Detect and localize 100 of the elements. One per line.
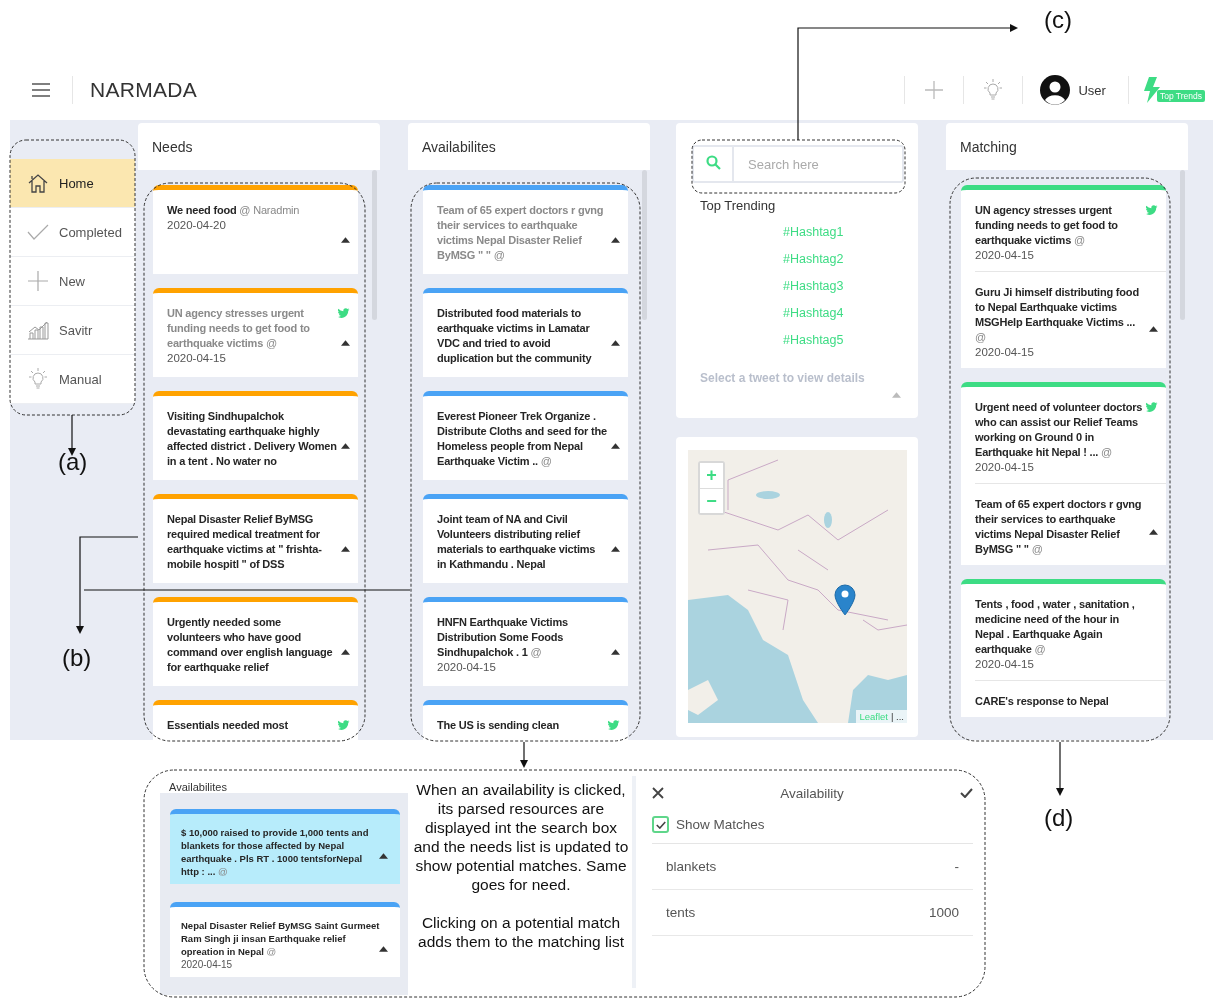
avatar-icon[interactable] bbox=[1040, 75, 1071, 105]
tweet-text: We need food @ Naradmin bbox=[167, 203, 301, 218]
tweet-text: Urgently needed some volunteers who have good command over english language for earthquake relief bbox=[167, 615, 334, 675]
scrollbar-thumb[interactable] bbox=[372, 170, 377, 320]
need-card[interactable]: Essentials needed most bbox=[153, 700, 358, 740]
resource-name: tents bbox=[666, 905, 696, 920]
tweet-date: 2020-04-15 bbox=[437, 660, 497, 675]
tweet-text: CARE's response to Nepal bbox=[975, 694, 1110, 709]
tweet-text: Everest Pioneer Trek Organize . Distribute Cloths and seed for the Homeless people from Nepal Earthquake Victim .. @ bbox=[437, 409, 607, 469]
column-header: Availabilites bbox=[408, 123, 650, 170]
checkbox-label[interactable]: Show Matches bbox=[676, 817, 765, 832]
match-card[interactable]: UN agency stresses urgent funding needs to get food to earthquake victims @ 2020-04-15 Guru Ji himself distributing food to Nepal Earthquake victims MSGHelp Earthquake Victims ... @ 2020-04-15 bbox=[961, 185, 1166, 368]
callout-label: (a) bbox=[58, 448, 88, 476]
expand-caret-icon[interactable] bbox=[611, 237, 620, 244]
resource-amount: 1000 bbox=[928, 905, 959, 920]
expand-caret-icon[interactable] bbox=[341, 340, 350, 347]
check-icon bbox=[655, 820, 666, 829]
callout-label: (b) bbox=[62, 644, 92, 672]
availability-card[interactable]: Team of 65 expert doctors r gvng their services to earthquake victims Nepal Disaster Relief ByMSG " " @ bbox=[423, 185, 628, 274]
match-card[interactable] bbox=[961, 382, 1166, 565]
sidebar-item[interactable]: Manual bbox=[10, 355, 135, 404]
expand-caret-icon[interactable] bbox=[611, 340, 620, 347]
scrollbar-thumb[interactable] bbox=[642, 170, 647, 320]
callout-label: (c) bbox=[1044, 6, 1072, 34]
tweet-text: Essentials needed most bbox=[167, 718, 289, 733]
tweet-text: HNFN Earthquake Victims Distribution Some Foods Sindhupalchok . 1 @ bbox=[437, 615, 569, 660]
sidebar-item[interactable]: New bbox=[10, 257, 135, 306]
tweet-date: 2020-04-15 bbox=[975, 248, 1035, 263]
sidebar-item[interactable]: Completed bbox=[10, 208, 135, 257]
bar-chart-icon bbox=[27, 320, 49, 340]
expand-caret-icon[interactable] bbox=[379, 853, 388, 860]
search-box[interactable]: Search here bbox=[692, 145, 904, 183]
need-card[interactable]: We need food @ Naradmin 2020-04-20 bbox=[153, 185, 358, 274]
resource-amount: - bbox=[954, 859, 959, 874]
home-icon bbox=[27, 172, 49, 194]
expand-caret-icon[interactable] bbox=[1149, 325, 1158, 332]
tweet-text: Nepal Disaster Relief ByMSG Saint Gurmeet Ram Singh ji insan Earthquake relief opreation in Nepal @ bbox=[181, 919, 380, 958]
tweet-text: Visiting Sindhupalchok devastating earthquake highly affected district . Delivery Women in a tent . No water no bbox=[167, 409, 337, 469]
resource-name: blankets bbox=[666, 859, 717, 874]
checkbox[interactable] bbox=[652, 816, 669, 833]
close-icon[interactable] bbox=[652, 787, 664, 799]
menu-icon[interactable] bbox=[32, 83, 50, 97]
tweet-text: UN agency stresses urgent funding needs to get food to earthquake victims @ bbox=[167, 306, 311, 351]
availability-card[interactable]: Distributed food materials to earthquake victims in Lamatar VDC and tried to avoid duplication but the community bbox=[423, 288, 628, 377]
availability-card[interactable]: Nepal Disaster Relief ByMSG Saint Gurmeet Ram Singh ji insan Earthquake relief opreation in Nepal @ 2020-04-15 bbox=[170, 902, 400, 977]
need-card[interactable]: Urgently needed some volunteers who have good command over english language for earthquake relief bbox=[153, 597, 358, 686]
tweet-text: Joint team of NA and Civil Volunteers distributing relief materials to earthquake victims in Kathmandu . Nepal bbox=[437, 512, 597, 572]
tweet-date: 2020-04-20 bbox=[167, 218, 227, 233]
expand-caret-icon[interactable] bbox=[611, 443, 620, 450]
availability-card[interactable]: $ 10,000 raised to provide 1,000 tents and blankets for those affected by Nepal earthquake . Pls RT . 1000 tentsforNepal http : ... @ bbox=[170, 809, 400, 884]
need-card[interactable]: UN agency stresses urgent funding needs to get food to earthquake victims @ 2020-04-15 bbox=[153, 288, 358, 377]
hint-text: Select a tweet to view details bbox=[700, 371, 866, 385]
annotation-text: When an availability is clicked, its parsed resources are displayed int the search box and the needs list is updated to show potential matches. Same goes for need. bbox=[412, 780, 630, 894]
annotation-text: Clicking on a potential match adds them to the matching list bbox=[417, 913, 625, 951]
expand-caret-icon[interactable] bbox=[611, 546, 620, 553]
match-card[interactable]: Tents , food , water , sanitation , medicine need of the hour in Nepal . Earthquake Again earthquake @ 2020-04-15 CARE's response to Nepal bbox=[961, 579, 1166, 717]
sidebar-item[interactable]: Savitr bbox=[10, 306, 135, 355]
tweet-text: The US is sending clean bbox=[437, 718, 560, 733]
tweet-text: Distributed food materials to earthquake victims in Lamatar VDC and tried to avoid duplication but the community bbox=[437, 306, 593, 366]
expand-caret-icon[interactable] bbox=[611, 649, 620, 656]
expand-caret-icon[interactable] bbox=[379, 946, 388, 953]
column-header: Matching bbox=[946, 123, 1188, 170]
tweet-text: UN agency stresses urgent funding needs to get food to earthquake victims @ bbox=[975, 203, 1119, 248]
section-title: Top Trending bbox=[700, 198, 777, 213]
lightbulb-icon bbox=[27, 368, 49, 390]
check-icon bbox=[27, 224, 49, 240]
expand-caret-icon[interactable] bbox=[341, 649, 350, 656]
tweet-date: 2020-04-15 bbox=[975, 345, 1035, 360]
tweet-text: Guru Ji himself distributing food to Nepal Earthquake victims MSGHelp Earthquake Victims ... @ bbox=[975, 285, 1140, 345]
app-title: NARMADA bbox=[90, 78, 198, 102]
map-pin-icon[interactable] bbox=[834, 584, 856, 616]
availability-card[interactable]: Joint team of NA and Civil Volunteers distributing relief materials to earthquake victims in Kathmandu . Nepal bbox=[423, 494, 628, 583]
callout-label: (d) bbox=[1044, 804, 1074, 832]
attribution-text: | ... bbox=[890, 711, 904, 722]
tweet-text: Team of 65 expert doctors r gvng their services to earthquake victims Nepal Disaster Relief ByMSG " " @ bbox=[437, 203, 605, 263]
tweet-text: Urgent need of volunteer doctors who can assist our Relief Teams working on Ground 0 in Earthquake hit Nepal ! ... @ bbox=[975, 400, 1144, 460]
expand-caret-icon[interactable] bbox=[341, 237, 350, 244]
plus-icon bbox=[28, 271, 48, 291]
tweet-text: Team of 65 expert doctors r gvng their services to earthquake victims Nepal Disaster Relief ByMSG " " @ bbox=[975, 497, 1143, 557]
tweet-text: Nepal Disaster Relief ByMSG required medical treatment for earthquake victims at " frishta-mobile hospitl " of DSS bbox=[167, 512, 323, 572]
column-header: Needs bbox=[138, 123, 380, 170]
lightning-icon bbox=[1143, 77, 1160, 103]
check-icon[interactable] bbox=[960, 788, 973, 798]
expand-caret-icon[interactable] bbox=[341, 546, 350, 553]
tweet-text: Tents , food , water , sanitation , medicine need of the hour in Nepal . Earthquake Again earthquake @ bbox=[975, 597, 1136, 657]
availability-card[interactable]: The US is sending clean bbox=[423, 700, 628, 740]
scrollbar-thumb[interactable] bbox=[1180, 170, 1185, 320]
availability-card[interactable]: Everest Pioneer Trek Organize . Distribute Cloths and seed for the Homeless people from Nepal Earthquake Victim .. @ bbox=[423, 391, 628, 480]
tweet-text: $ 10,000 raised to provide 1,000 tents and blankets for those affected by Nepal earthquake . Pls RT . 1000 tentsforNepal http : ... @ bbox=[181, 826, 370, 878]
expand-caret-icon[interactable] bbox=[341, 443, 350, 450]
tweet-date: 2020-04-15 bbox=[975, 657, 1035, 672]
availability-card[interactable]: HNFN Earthquake Victims Distribution Some Foods Sindhupalchok . 1 @ 2020-04-15 bbox=[423, 597, 628, 686]
tweet-date: 2020-04-15 bbox=[975, 460, 1035, 475]
leader-line bbox=[520, 741, 528, 768]
expand-caret-icon[interactable] bbox=[1149, 529, 1158, 536]
user-name[interactable]: User bbox=[1078, 82, 1106, 98]
dialog-title: Availability bbox=[780, 785, 844, 801]
need-card[interactable]: Visiting Sindhupalchok devastating earthquake highly affected district . Delivery Women in a tent . No water no bbox=[153, 391, 358, 480]
sidebar-item[interactable]: Home bbox=[10, 159, 135, 208]
need-card[interactable]: Nepal Disaster Relief ByMSG required medical treatment for earthquake victims at " frishta-mobile hospitl " of DSS bbox=[153, 494, 358, 583]
